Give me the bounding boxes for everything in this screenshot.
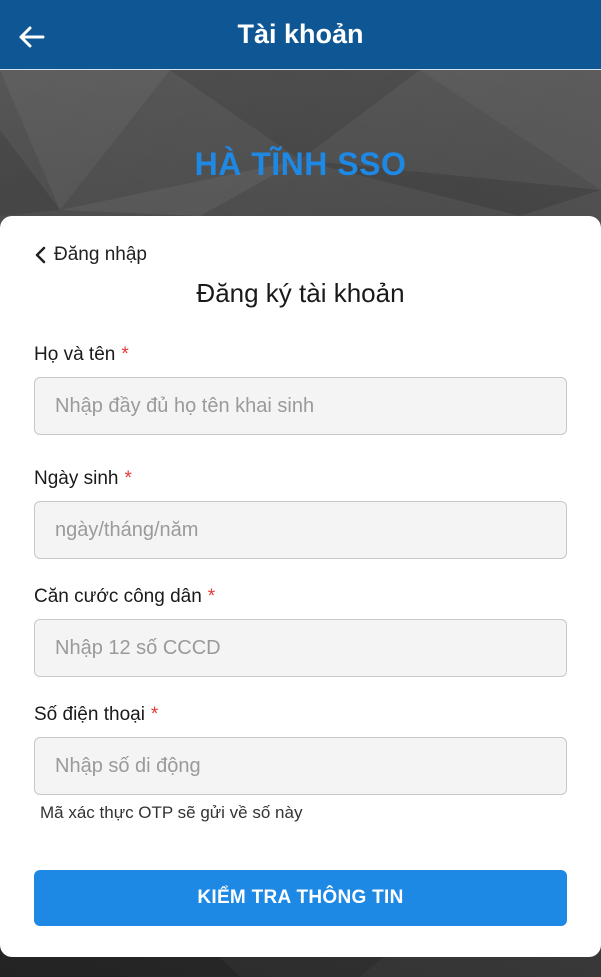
back-to-login-link[interactable]: Đăng nhập <box>34 244 147 266</box>
full-name-label-text: Họ và tên <box>34 344 116 365</box>
required-mark: * <box>207 586 216 607</box>
phone-label-text: Số điện thoại <box>34 704 145 725</box>
citizen-id-label: Căn cước công dân * <box>34 586 215 608</box>
citizen-id-label-text: Căn cước công dân <box>34 586 202 607</box>
arrow-left-icon <box>19 26 45 48</box>
required-mark: * <box>124 468 132 489</box>
citizen-id-input[interactable] <box>34 619 567 677</box>
top-app-bar: Tài khoản <box>0 0 601 70</box>
brand-title: HÀ TĨNH SSO <box>194 146 407 182</box>
chevron-left-icon <box>35 246 46 264</box>
phone-label: Số điện thoại * <box>34 704 158 726</box>
back-to-login-label: Đăng nhập <box>54 244 147 265</box>
birthdate-label: Ngày sinh * <box>34 468 132 490</box>
full-name-label: Họ và tên * <box>34 344 129 366</box>
register-card: Đăng nhập Đăng ký tài khoản Họ và tên * N… <box>0 216 601 957</box>
phone-input[interactable] <box>34 737 567 795</box>
required-mark: * <box>150 704 159 725</box>
birthdate-input[interactable] <box>34 501 567 559</box>
page-title: Tài khoản <box>237 19 364 49</box>
check-info-button[interactable]: KIỂM TRA THÔNG TIN <box>34 870 567 926</box>
form-title: Đăng ký tài khoản <box>196 278 405 308</box>
back-button[interactable] <box>14 20 48 54</box>
required-mark: * <box>121 344 129 365</box>
otp-hint: Mã xác thực OTP sẽ gửi về số này <box>40 803 303 822</box>
birthdate-label-text: Ngày sinh <box>34 468 119 489</box>
full-name-input[interactable] <box>34 377 567 435</box>
